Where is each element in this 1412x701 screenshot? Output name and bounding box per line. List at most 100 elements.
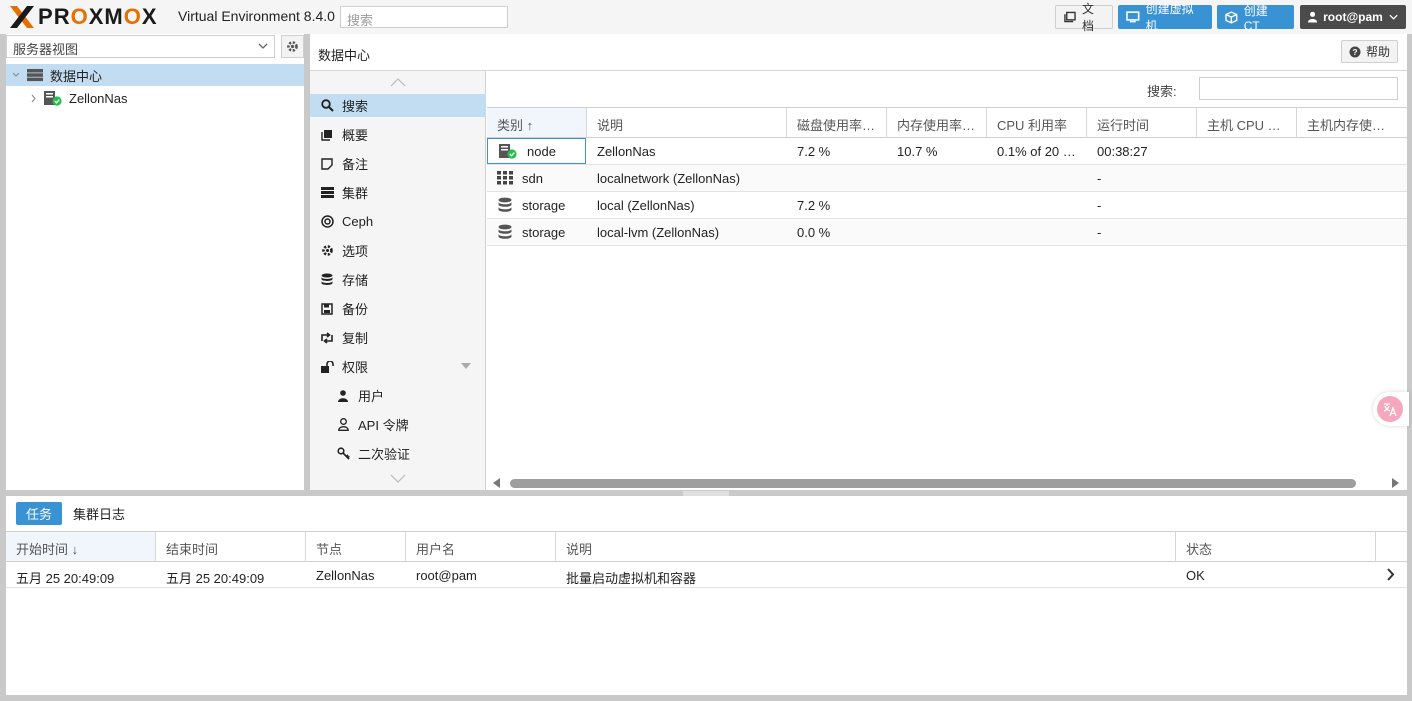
type-cell[interactable]: sdn bbox=[487, 165, 586, 191]
chevron-down-icon[interactable] bbox=[12, 71, 20, 79]
column-header-uptime[interactable]: 运行时间 bbox=[1087, 107, 1197, 138]
view-selector[interactable]: 服务器视图 bbox=[6, 35, 275, 58]
uptime-cell: - bbox=[1097, 171, 1102, 186]
type-cell[interactable]: storage bbox=[487, 219, 586, 245]
type-label: storage bbox=[522, 197, 566, 213]
column-header-host-memory[interactable]: 主机内存使… bbox=[1297, 107, 1407, 138]
nav-item-label: 备份 bbox=[342, 302, 369, 317]
view-selector-label: 服务器视图 bbox=[13, 42, 79, 57]
grid-search-input[interactable] bbox=[1199, 77, 1398, 100]
nav-item-options[interactable]: 选项 bbox=[310, 239, 486, 262]
nav-item-label: 选项 bbox=[342, 244, 369, 259]
create-vm-label: 创建虚拟机 bbox=[1145, 2, 1194, 33]
nav-item-cluster[interactable]: 集群 bbox=[310, 181, 486, 204]
type-cell[interactable]: node bbox=[487, 138, 586, 164]
chevron-right-icon[interactable] bbox=[1386, 568, 1395, 581]
help-button[interactable]: ? 帮助 bbox=[1341, 40, 1398, 63]
tree-item-node[interactable]: ZellonNas bbox=[6, 87, 304, 109]
nav-item-notes[interactable]: 备注 bbox=[310, 152, 486, 175]
horizontal-scrollbar[interactable] bbox=[510, 479, 1356, 488]
tree-settings-button[interactable] bbox=[281, 35, 304, 58]
type-cell[interactable]: storage bbox=[487, 192, 586, 218]
nav-item-search[interactable]: 搜索 bbox=[310, 94, 486, 117]
cpu-cell: 0.1% of 20 … bbox=[997, 144, 1076, 159]
global-search-input[interactable]: 搜索 bbox=[340, 6, 508, 28]
column-header-description[interactable]: 说明 bbox=[556, 531, 1176, 562]
nav-item-backup[interactable]: 备份 bbox=[310, 297, 486, 320]
floppy-icon bbox=[321, 302, 333, 315]
column-header-node[interactable]: 节点 bbox=[306, 531, 406, 562]
scroll-right-icon[interactable] bbox=[1391, 478, 1399, 488]
column-header-description[interactable]: 说明 bbox=[587, 107, 787, 138]
nav-item-label: 复制 bbox=[342, 331, 369, 346]
nav-item-ceph[interactable]: Ceph bbox=[310, 210, 486, 233]
nav-scroll-down-icon[interactable] bbox=[390, 474, 406, 483]
note-icon bbox=[321, 157, 333, 170]
tab-cluster-log[interactable]: 集群日志 bbox=[63, 502, 135, 525]
uptime-cell: - bbox=[1097, 225, 1102, 240]
gear-icon bbox=[321, 245, 333, 256]
docs-button[interactable]: 文档 bbox=[1055, 2, 1113, 33]
tree-item-datacenter[interactable]: 数据中心 bbox=[6, 64, 304, 86]
table-row[interactable]: storage local-lvm (ZellonNas) 0.0 % - bbox=[487, 219, 1407, 246]
memory-cell: 10.7 % bbox=[897, 144, 938, 159]
nav-item-users[interactable]: 用户 bbox=[310, 384, 486, 407]
nav-item-label: 二次验证 bbox=[358, 447, 411, 462]
nav-item-label: 备注 bbox=[342, 157, 369, 172]
tree-item-label: 数据中心 bbox=[50, 68, 103, 84]
column-header-cpu-usage[interactable]: CPU 利用率 bbox=[987, 107, 1087, 138]
type-label: storage bbox=[522, 224, 566, 240]
description-cell: localnetwork (ZellonNas) bbox=[597, 171, 741, 186]
user-outline-icon bbox=[337, 418, 349, 431]
column-header-host-cpu[interactable]: 主机 CPU … bbox=[1197, 107, 1297, 138]
nav-item-summary[interactable]: 概要 bbox=[310, 123, 486, 146]
product-version: Virtual Environment 8.4.0 bbox=[178, 8, 335, 24]
disk-cell: 7.2 % bbox=[797, 198, 831, 213]
create-ct-button[interactable]: 创建 CT bbox=[1217, 4, 1294, 33]
user-icon bbox=[338, 389, 348, 402]
column-header-user[interactable]: 用户名 bbox=[406, 531, 556, 562]
column-header-end-time[interactable]: 结束时间 bbox=[156, 531, 306, 562]
start-time-cell: 五月 25 20:49:09 bbox=[16, 571, 115, 586]
key-icon bbox=[336, 447, 350, 460]
nav-scroll-up-icon[interactable] bbox=[390, 78, 406, 87]
nav-item-label: 搜索 bbox=[342, 99, 369, 114]
table-row[interactable]: sdn localnetwork (ZellonNas) - bbox=[487, 165, 1407, 192]
nav-item-permissions[interactable]: 权限 bbox=[310, 355, 486, 378]
create-vm-button[interactable]: 创建虚拟机 bbox=[1118, 2, 1212, 33]
description-cell: local-lvm (ZellonNas) bbox=[597, 225, 720, 240]
nav-item-api-tokens[interactable]: API 令牌 bbox=[310, 413, 486, 436]
caret-down-icon[interactable] bbox=[461, 363, 471, 369]
column-header-start-time[interactable]: 开始时间 ↓ bbox=[6, 531, 156, 562]
node-online-icon bbox=[499, 144, 517, 159]
scroll-left-icon[interactable] bbox=[493, 478, 501, 488]
floating-translate-button[interactable] bbox=[1373, 392, 1409, 426]
column-header-status[interactable]: 状态 bbox=[1176, 531, 1376, 562]
table-row[interactable]: 五月 25 20:49:09 五月 25 20:49:09 ZellonNas … bbox=[6, 562, 1407, 588]
description-cell: 批量启动虚拟机和容器 bbox=[566, 571, 697, 586]
nav-item-label: API 令牌 bbox=[358, 418, 409, 433]
database-icon bbox=[498, 224, 512, 239]
ceph-icon bbox=[320, 215, 334, 228]
book-icon bbox=[1064, 11, 1076, 23]
table-row[interactable]: node ZellonNas 7.2 % 10.7 % 0.1% of 20 …… bbox=[487, 138, 1407, 165]
svg-text:?: ? bbox=[1352, 47, 1357, 57]
column-header-disk-usage[interactable]: 磁盘使用率… bbox=[787, 107, 887, 138]
column-header-memory-usage[interactable]: 内存使用率… bbox=[887, 107, 987, 138]
end-time-cell: 五月 25 20:49:09 bbox=[166, 571, 265, 586]
nav-item-storage[interactable]: 存储 bbox=[310, 268, 486, 291]
nav-item-replication[interactable]: 复制 bbox=[310, 326, 486, 349]
uptime-cell: - bbox=[1097, 198, 1102, 213]
tab-tasks[interactable]: 任务 bbox=[16, 502, 63, 525]
desktop-icon bbox=[1126, 11, 1140, 23]
chevron-right-icon[interactable] bbox=[30, 94, 37, 103]
column-header-type[interactable]: 类别 ↑ bbox=[487, 107, 587, 138]
user-menu-button[interactable]: root@pam bbox=[1300, 5, 1406, 29]
user-cell: root@pam bbox=[416, 568, 477, 583]
description-cell: ZellonNas bbox=[597, 144, 656, 159]
retweet-icon bbox=[321, 331, 333, 344]
nav-item-label: 用户 bbox=[358, 389, 385, 404]
table-row[interactable]: storage local (ZellonNas) 7.2 % - bbox=[487, 192, 1407, 219]
user-icon bbox=[1308, 11, 1318, 23]
nav-item-tfa[interactable]: 二次验证 bbox=[310, 442, 486, 465]
